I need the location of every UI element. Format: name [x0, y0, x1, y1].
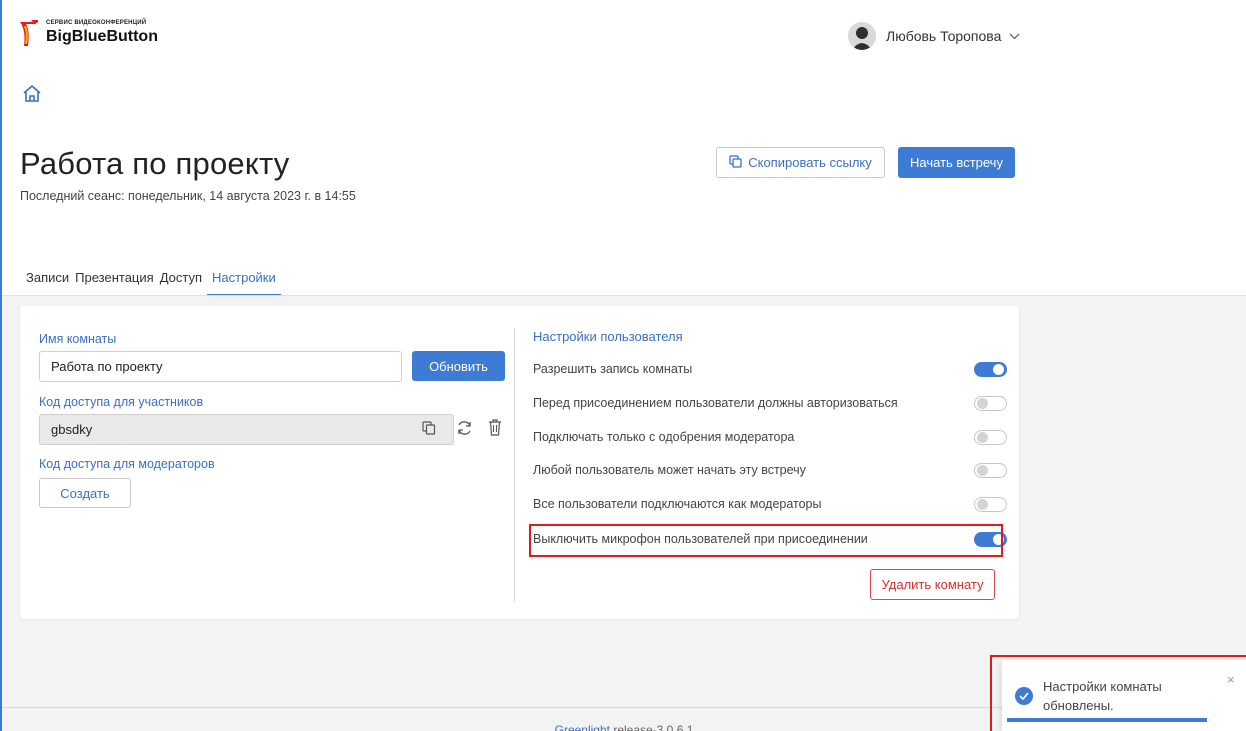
- copy-link-button[interactable]: Скопировать ссылку: [716, 147, 885, 178]
- user-name: Любовь Торопова: [886, 28, 1002, 44]
- setting-label: Перед присоединением пользователи должны…: [533, 396, 898, 410]
- participant-code-value: gbsdky: [51, 422, 93, 437]
- home-icon[interactable]: [22, 84, 42, 109]
- last-session-text: Последний сеанс: понедельник, 14 августа…: [20, 189, 356, 203]
- room-tabs: Записи Презентация Доступ Настройки: [26, 270, 287, 296]
- trash-icon[interactable]: [488, 419, 502, 436]
- setting-allow-recording: Разрешить запись комнаты: [533, 358, 1007, 380]
- setting-moderator-approval: Подключать только с одобрения модератора: [533, 426, 1007, 448]
- copy-code-icon[interactable]: [422, 421, 436, 435]
- settings-card: Имя комнаты Работа по проекту Обновить К…: [20, 306, 1019, 619]
- start-meeting-button[interactable]: Начать встречу: [898, 147, 1015, 178]
- check-icon: [1015, 687, 1033, 705]
- room-name-label: Имя комнаты: [39, 332, 117, 346]
- tab-settings[interactable]: Настройки: [207, 270, 281, 296]
- room-name-input[interactable]: Работа по проекту: [39, 351, 402, 382]
- tab-recordings[interactable]: Записи: [26, 270, 69, 296]
- moderator-code-label: Код доступа для модераторов: [39, 457, 215, 471]
- bbb-logo-icon: [20, 20, 38, 46]
- toast-message: Настройки комнаты обновлены.: [1043, 679, 1162, 713]
- setting-label: Подключать только с одобрения модератора: [533, 430, 795, 444]
- tab-access[interactable]: Доступ: [160, 270, 202, 296]
- close-icon[interactable]: ×: [1227, 672, 1235, 687]
- chevron-down-icon: [1009, 29, 1020, 43]
- avatar: [848, 22, 876, 50]
- participant-code-label: Код доступа для участников: [39, 395, 204, 409]
- copy-icon: [729, 154, 742, 171]
- brand-tagline: СЕРВИС ВИДЕОКОНФЕРЕНЦИЙ: [46, 20, 147, 26]
- toggle-switch[interactable]: [974, 496, 1007, 512]
- user-settings-title: Настройки пользователя: [533, 329, 683, 344]
- brand-logo[interactable]: СЕРВИС ВИДЕОКОНФЕРЕНЦИЙ BigBlueButton: [20, 20, 158, 46]
- toast-notification: Настройки комнаты обновлены. ×: [1002, 660, 1246, 731]
- update-button[interactable]: Обновить: [412, 351, 505, 381]
- setting-anyone-can-start: Любой пользователь может начать эту встр…: [533, 459, 1007, 481]
- setting-label: Любой пользователь может начать эту встр…: [533, 463, 806, 477]
- copy-link-label: Скопировать ссылку: [748, 155, 872, 170]
- highlight-box: [529, 524, 1003, 557]
- create-moderator-code-button[interactable]: Создать: [39, 478, 131, 508]
- setting-all-moderators: Все пользователи подключаются как модера…: [533, 493, 1007, 515]
- tab-presentation[interactable]: Презентация: [75, 270, 154, 296]
- brand-name: BigBlueButton: [46, 28, 158, 45]
- toggle-switch[interactable]: [974, 395, 1007, 411]
- setting-label: Разрешить запись комнаты: [533, 362, 693, 376]
- greenlight-link[interactable]: Greenlight: [555, 723, 610, 731]
- release-text: release-3.0.6.1: [609, 723, 694, 731]
- setting-label: Все пользователи подключаются как модера…: [533, 497, 822, 511]
- toast-progress-bar: [1007, 718, 1207, 722]
- refresh-icon[interactable]: [456, 420, 473, 436]
- setting-require-auth: Перед присоединением пользователи должны…: [533, 392, 1007, 414]
- page-title: Работа по проекту: [20, 146, 290, 181]
- column-divider: [514, 328, 515, 602]
- toggle-switch[interactable]: [974, 429, 1007, 445]
- top-header: СЕРВИС ВИДЕОКОНФЕРЕНЦИЙ BigBlueButton Лю…: [2, 0, 1246, 75]
- participant-code-field: gbsdky: [39, 414, 454, 445]
- delete-room-button[interactable]: Удалить комнату: [870, 569, 995, 600]
- user-menu[interactable]: Любовь Торопова: [848, 22, 1020, 50]
- toggle-switch[interactable]: [974, 361, 1007, 377]
- toggle-switch[interactable]: [974, 462, 1007, 478]
